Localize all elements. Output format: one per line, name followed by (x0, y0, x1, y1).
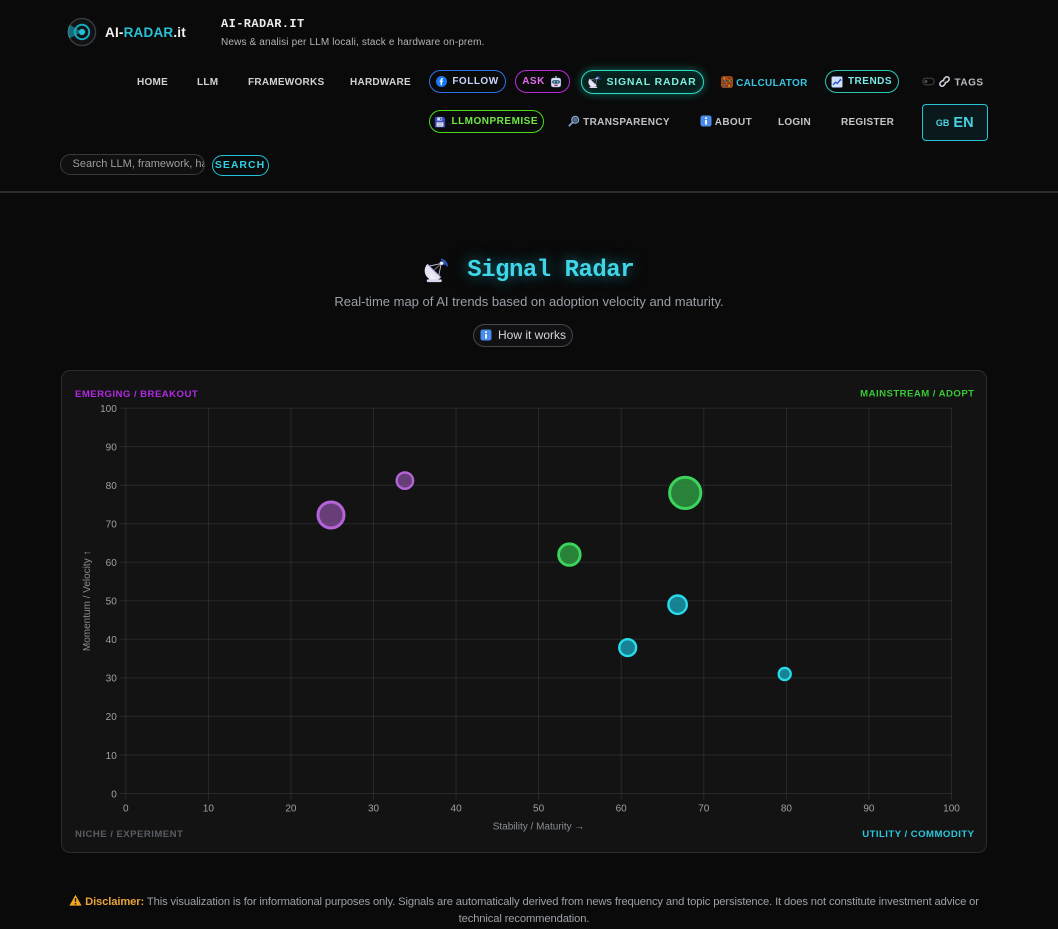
svg-text:Stability / Maturity →: Stability / Maturity → (492, 822, 584, 833)
svg-text:100: 100 (100, 404, 117, 415)
svg-text:30: 30 (367, 804, 379, 815)
svg-text:60: 60 (615, 804, 627, 815)
svg-text:Momentum / Velocity ↑: Momentum / Velocity ↑ (82, 551, 93, 652)
svg-text:EMERGING / BREAKOUT: EMERGING / BREAKOUT (75, 389, 198, 400)
svg-text:50: 50 (105, 597, 117, 608)
svg-text:UTILITY / COMMODITY: UTILITY / COMMODITY (862, 829, 974, 840)
svg-text:40: 40 (450, 804, 462, 815)
svg-text:0: 0 (123, 804, 129, 815)
svg-text:0: 0 (111, 789, 117, 800)
svg-text:40: 40 (105, 635, 117, 646)
svg-text:70: 70 (105, 520, 117, 531)
svg-text:30: 30 (105, 674, 117, 685)
svg-text:NICHE / EXPERIMENT: NICHE / EXPERIMENT (75, 829, 183, 840)
svg-text:10: 10 (202, 804, 214, 815)
svg-text:90: 90 (863, 804, 875, 815)
svg-text:20: 20 (105, 712, 117, 723)
svg-text:90: 90 (105, 442, 117, 453)
svg-text:80: 80 (105, 481, 117, 492)
svg-text:MAINSTREAM / ADOPT: MAINSTREAM / ADOPT (860, 389, 974, 400)
svg-text:70: 70 (698, 804, 710, 815)
svg-text:10: 10 (105, 751, 117, 762)
svg-text:20: 20 (285, 804, 297, 815)
svg-text:50: 50 (533, 804, 545, 815)
svg-text:80: 80 (780, 804, 792, 815)
svg-text:60: 60 (105, 558, 117, 569)
svg-text:100: 100 (943, 804, 960, 815)
